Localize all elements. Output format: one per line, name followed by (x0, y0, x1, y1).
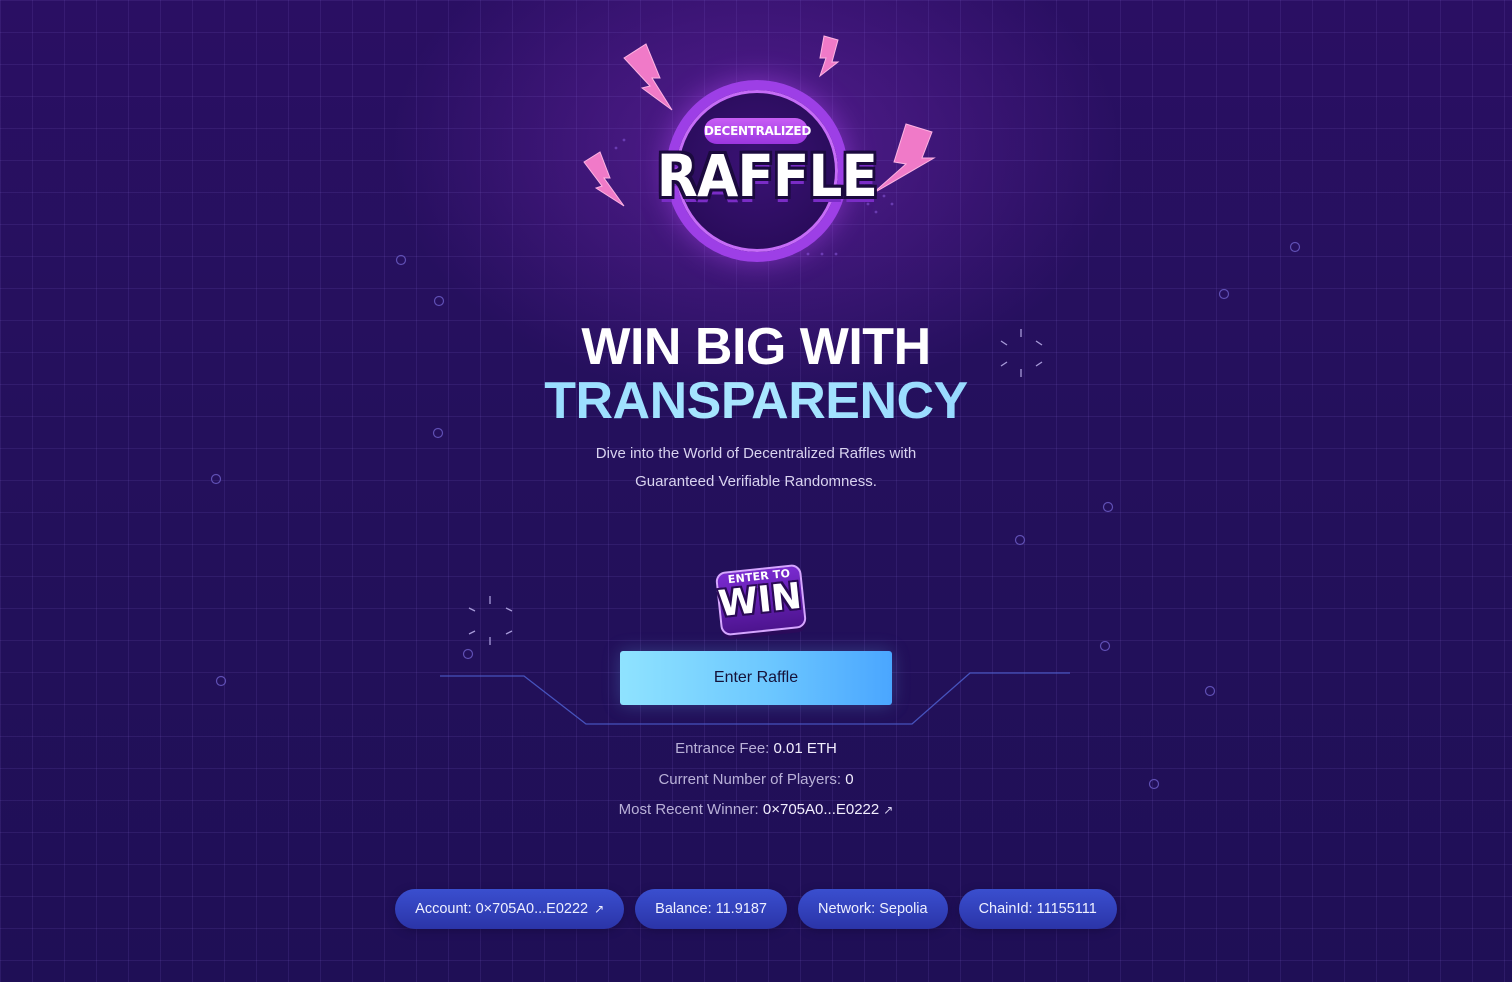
recent-winner-address: 0×705A0...E0222 (762, 801, 880, 818)
network-text: Network: Sepolia (817, 901, 928, 917)
headline-line-1: WIN BIG WITH (581, 318, 931, 376)
external-link-icon: ↗ (883, 803, 894, 817)
players-label: Current Number of Players: (658, 770, 842, 788)
headline-line-2: TRANSPARENCY (0, 374, 1512, 428)
enter-raffle-button[interactable]: Enter Raffle (620, 651, 892, 705)
hero-subtitle: Dive into the World of Decentralized Raf… (595, 445, 917, 490)
account-chip[interactable]: Account: 0×705A0...E0222 ↗ (395, 889, 625, 929)
external-link-icon: ↗ (594, 902, 605, 916)
balance-chip: Balance: 11.9187 (635, 889, 787, 929)
players-row: Current Number of Players: 0 (0, 765, 1512, 796)
wallet-status-bar: Account: 0×705A0...E0222 ↗ Balance: 11.91… (0, 889, 1512, 929)
account-text: Account: 0×705A0...E0222 (415, 901, 589, 917)
recent-winner-row: Most Recent Winner: 0×705A0...E0222 ↗ (0, 795, 1512, 826)
enter-to-win-badge: ENTER TO WIN (714, 562, 808, 637)
entrance-fee-row: Entrance Fee: 0.01 ETH (0, 734, 1512, 765)
hero-headline: WIN BIG WITH TRANSPARENCY (0, 320, 1512, 428)
network-chip: Network: Sepolia (797, 889, 948, 929)
balance-text: Balance: 11.9187 (655, 901, 767, 917)
logo-wordmark: RAFFLE (656, 142, 878, 210)
entrance-fee-value: 0.01 ETH (773, 740, 837, 757)
players-value: 0 (845, 770, 854, 788)
recent-winner-link[interactable]: 0×705A0...E0222 ↗ (763, 801, 893, 818)
chain-id-text: ChainId: 11155111 (978, 901, 1097, 917)
raffle-info: Entrance Fee: 0.01 ETH Current Number of… (0, 734, 1512, 826)
recent-winner-label: Most Recent Winner: (618, 801, 759, 818)
entrance-fee-label: Entrance Fee: (675, 740, 770, 757)
raffle-logo: DECENTRALIZED RAFFLE (576, 28, 946, 262)
chain-id-chip: ChainId: 11155111 (958, 889, 1117, 929)
